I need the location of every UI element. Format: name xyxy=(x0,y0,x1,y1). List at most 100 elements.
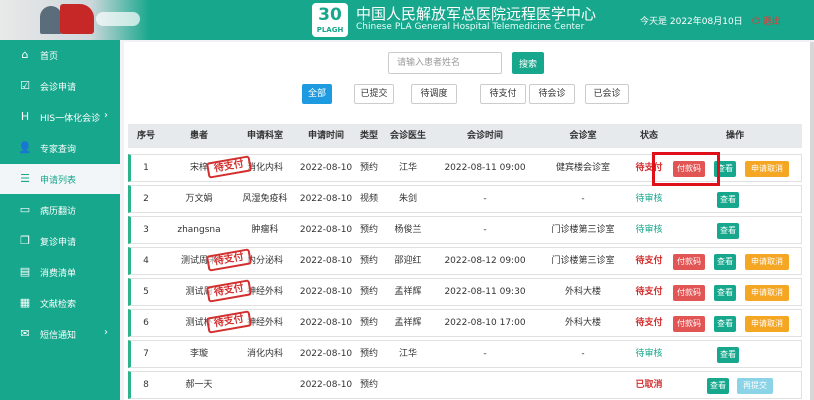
view-button[interactable]: 查看 xyxy=(717,347,739,363)
cell-date: 2022-08-10 xyxy=(299,349,353,359)
column-header: 序号 xyxy=(136,131,155,141)
cell-type: 预约 xyxy=(359,256,378,266)
cell-date: 2022-08-10 xyxy=(299,225,353,235)
cell-patient: zhangsna xyxy=(177,225,221,235)
cell-no: 4 xyxy=(143,256,149,266)
filter-tab-2[interactable]: 待调度 xyxy=(411,84,457,104)
logo-badge-number: 30 xyxy=(318,5,342,25)
filter-tab-0[interactable]: 全部 xyxy=(302,84,332,104)
cell-room: 外科大楼 xyxy=(564,318,601,328)
cell-patient: 万文娟 xyxy=(185,194,213,204)
table-header: 序号 患者 申请科室 申请时间 类型 会诊医生 会诊时间 会诊室 状态 操作 xyxy=(128,124,802,148)
table-row[interactable]: 6 测试杯 神经外科 2022-08-10 预约 孟祥辉 2022-08-10 17:00 外… xyxy=(128,309,802,337)
cell-no: 7 xyxy=(143,349,149,359)
file-icon: ▤ xyxy=(19,265,31,278)
cell-room: 外科大楼 xyxy=(564,287,601,297)
view-button[interactable]: 查看 xyxy=(717,223,739,239)
sidebar-item-8[interactable]: ▦ 文献检索 xyxy=(0,288,120,318)
cell-room: 健宾楼会诊室 xyxy=(555,163,610,173)
cell-doctor: 孟祥辉 xyxy=(394,318,422,328)
payment-code-button[interactable]: 付款码 xyxy=(673,285,705,301)
resubmit-button[interactable]: 再提交 xyxy=(737,378,773,394)
filter-tab-1[interactable]: 已提交 xyxy=(354,84,394,104)
chevron-right-icon: › xyxy=(104,327,108,338)
sidebar-item-3[interactable]: 👤 专家查询 xyxy=(0,133,120,163)
column-header: 操作 xyxy=(725,131,744,141)
cell-patient: 李璇 xyxy=(189,349,208,359)
table-row[interactable]: 2 万文娟 风湿免疫科 2022-08-10 视频 朱剑 - - 待审核 查看 xyxy=(128,185,802,213)
sidebar-item-2[interactable]: H HIS一体化会诊 › xyxy=(0,102,120,132)
filter-tab-5[interactable]: 已会诊 xyxy=(585,84,629,104)
cell-no: 2 xyxy=(143,194,149,204)
sidebar-item-1[interactable]: ☑ 会诊申请 xyxy=(0,71,120,101)
cell-dept xyxy=(234,372,296,398)
cell-time: 2022-08-11 09:30 xyxy=(444,287,526,297)
cell-doctor: 孟祥辉 xyxy=(394,287,422,297)
sidebar-item-0[interactable]: ⌂ 首页 xyxy=(0,40,120,70)
view-button[interactable]: 查看 xyxy=(714,285,736,301)
cell-time xyxy=(434,372,536,398)
request-cancel-button[interactable]: 申请取消 xyxy=(745,285,789,301)
view-button[interactable]: 查看 xyxy=(707,378,729,394)
filter-tab-3[interactable]: 待支付 xyxy=(480,84,526,104)
cell-status: 待支付 xyxy=(635,318,663,328)
cell-room xyxy=(536,372,630,398)
patient-search-input[interactable] xyxy=(388,52,502,74)
payment-code-button[interactable]: 付款码 xyxy=(673,316,705,332)
request-cancel-button[interactable]: 申请取消 xyxy=(745,254,789,270)
column-header: 申请时间 xyxy=(307,131,344,141)
table-row[interactable]: 7 李璇 消化内科 2022-08-10 预约 江华 - - 待审核 查看 xyxy=(128,340,802,368)
column-header: 状态 xyxy=(639,131,658,141)
cell-time: 2022-08-11 09:00 xyxy=(444,163,526,173)
power-icon: ⏻ xyxy=(752,16,760,27)
book-icon: ▦ xyxy=(19,296,31,309)
cell-room: - xyxy=(581,349,585,359)
column-header: 患者 xyxy=(189,131,208,141)
cell-status: 待审核 xyxy=(635,225,663,235)
app-header: 30 PLAGH 中国人民解放军总医院远程医学中心 Chinese PLA Ge… xyxy=(0,0,814,40)
search-button[interactable]: 搜索 xyxy=(512,52,544,74)
logout-button[interactable]: ⏻ 退出 xyxy=(752,14,781,27)
cell-date: 2022-08-10 xyxy=(299,163,353,173)
cell-type: 预约 xyxy=(359,163,378,173)
sidebar-item-label: HIS一体化会诊 xyxy=(40,114,101,124)
cell-time: - xyxy=(483,349,487,359)
sidebar-item-label: 专家查询 xyxy=(40,145,77,155)
cell-status: 待支付 xyxy=(635,256,663,266)
home-icon: ⌂ xyxy=(21,48,29,61)
cell-no: 5 xyxy=(143,287,149,297)
hospital-banner-image xyxy=(0,0,150,40)
logo-badge-text: PLAGH xyxy=(316,26,344,34)
sidebar-item-4[interactable]: ☰ 申请列表 xyxy=(0,164,120,194)
checkbox-icon: ☑ xyxy=(20,79,30,92)
table-row[interactable]: 8 郝一天 2022-08-10 预约 已取消 查看 再提交 xyxy=(128,371,802,399)
cell-type: 预约 xyxy=(359,287,378,297)
cell-status: 待审核 xyxy=(635,194,663,204)
table-row[interactable]: 3 zhangsna 肿瘤科 2022-08-10 预约 杨俊兰 - 门诊楼第三诊室 待审核 查看 xyxy=(128,216,802,244)
view-button[interactable]: 查看 xyxy=(714,254,736,270)
payment-code-highlight-box xyxy=(652,152,720,186)
column-header: 申请科室 xyxy=(246,131,283,141)
cell-doctor: 邵迎红 xyxy=(394,256,422,266)
cell-no: 1 xyxy=(143,163,149,173)
request-cancel-button[interactable]: 申请取消 xyxy=(745,161,789,177)
sidebar-item-6[interactable]: ❐ 复诊申请 xyxy=(0,226,120,256)
view-button[interactable]: 查看 xyxy=(717,192,739,208)
table-row[interactable]: 5 测试周 神经外科 2022-08-10 预约 孟祥辉 2022-08-11 09:30 外… xyxy=(128,278,802,306)
request-cancel-button[interactable]: 申请取消 xyxy=(745,316,789,332)
sidebar-item-5[interactable]: ▭ 病历翻访 xyxy=(0,195,120,225)
list-icon: ☰ xyxy=(20,172,30,185)
copy-icon: ❐ xyxy=(20,234,30,247)
cell-no: 8 xyxy=(143,380,149,390)
payment-code-button[interactable]: 付款码 xyxy=(673,254,705,270)
column-header: 会诊医生 xyxy=(389,131,426,141)
sidebar-item-9[interactable]: ✉ 短信通知 › xyxy=(0,319,120,349)
table-row[interactable]: 4 测试周末 内分泌科 2022-08-10 预约 邵迎红 2022-08-12 09:00… xyxy=(128,247,802,275)
cell-time: 2022-08-12 09:00 xyxy=(444,256,526,266)
filter-tab-4[interactable]: 待会诊 xyxy=(529,84,575,104)
page-scrollbar[interactable] xyxy=(810,42,814,400)
cell-time: - xyxy=(483,194,487,204)
cell-room: 门诊楼第三诊室 xyxy=(551,225,615,235)
view-button[interactable]: 查看 xyxy=(714,316,736,332)
sidebar-item-7[interactable]: ▤ 消费清单 xyxy=(0,257,120,287)
